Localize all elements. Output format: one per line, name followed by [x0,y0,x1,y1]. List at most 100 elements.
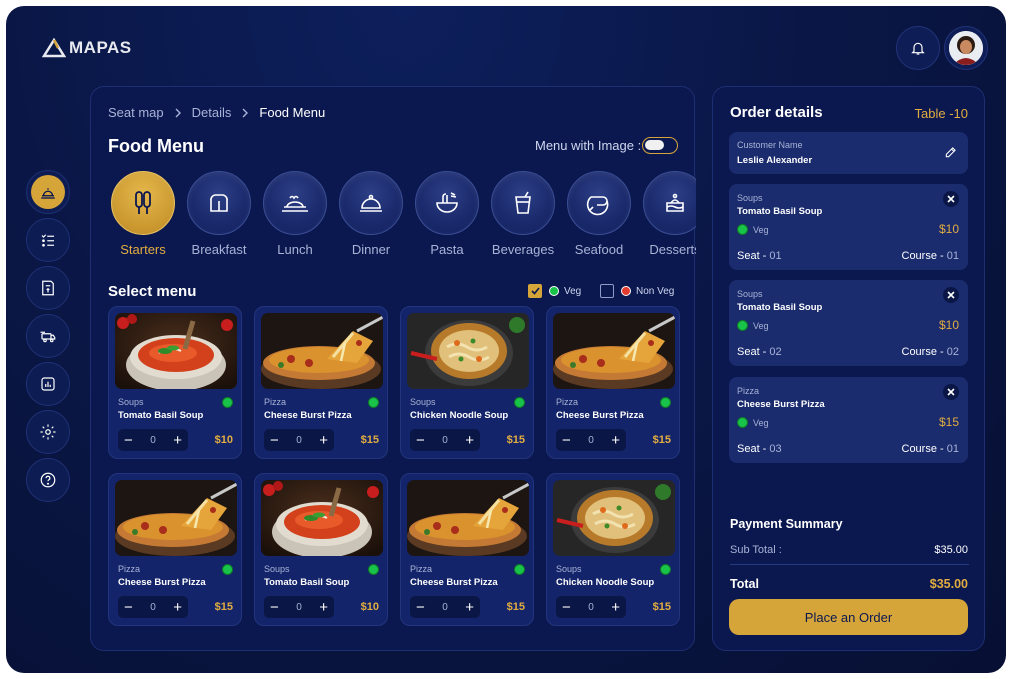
menu-card[interactable]: Soups Chicken Noodle Soup − 0 + $15 [400,306,534,459]
category-seafood[interactable]: Seafood [563,171,635,257]
cloche-icon [360,194,382,212]
category-dinner[interactable]: Dinner [335,171,407,257]
increment-button[interactable]: + [611,433,620,448]
quantity-stepper: − 0 + [264,596,334,618]
category-lunch[interactable]: Lunch [259,171,331,257]
menu-card[interactable]: Soups Tomato Basil Soup − 0 + $10 [108,306,242,459]
card-name: Cheese Burst Pizza [118,577,206,588]
nonveg-checkbox[interactable] [600,284,614,298]
order-item-name: Cheese Burst Pizza [737,399,825,410]
increment-button[interactable]: + [173,600,182,615]
card-category: Soups [264,564,290,574]
card-name: Tomato Basil Soup [118,410,204,421]
quantity-value: 0 [588,601,594,613]
breadcrumb-details[interactable]: Details [192,105,232,120]
order-details-panel: Order details Table -10 Customer Name Le… [712,86,985,651]
seat-info: Seat - 01 [737,250,782,262]
user-avatar[interactable] [944,26,988,70]
remove-item-button[interactable] [943,384,959,400]
increment-button[interactable]: + [465,600,474,615]
veg-dot-icon [549,286,559,296]
category-beverages[interactable]: Beverages [487,171,559,257]
decrement-button[interactable]: − [270,600,279,615]
menu-image-toggle[interactable] [642,137,678,154]
order-item-category: Soups [737,289,763,299]
decrement-button[interactable]: − [416,600,425,615]
veg-indicator-icon [368,397,379,408]
breadcrumb-seat-map[interactable]: Seat map [108,105,164,120]
avatar-image [949,31,983,65]
sidebar-item-orders[interactable] [26,218,70,262]
food-image [115,313,237,389]
decrement-button[interactable]: − [124,433,133,448]
veg-filter[interactable]: Veg [528,284,581,298]
breadcrumb: Seat map Details Food Menu [108,105,325,120]
decrement-button[interactable]: − [270,433,279,448]
nonveg-filter[interactable]: Non Veg [600,284,674,298]
increment-button[interactable]: + [611,600,620,615]
decrement-button[interactable]: − [124,600,133,615]
menu-card[interactable]: Soups Tomato Basil Soup − 0 + $10 [254,473,388,626]
sidebar-item-help[interactable] [26,458,70,502]
card-name: Chicken Noodle Soup [410,410,509,421]
order-item-category: Soups [737,193,763,203]
divider [730,564,969,565]
category-breakfast[interactable]: Breakfast [183,171,255,257]
quantity-stepper: − 0 + [556,429,626,451]
quantity-value: 0 [442,601,448,613]
report-icon [41,377,55,391]
customer-field[interactable]: Customer Name Leslie Alexander [729,132,968,174]
category-desserts[interactable]: Desserts [639,171,696,257]
decrement-button[interactable]: − [416,433,425,448]
checklist-icon [41,234,54,247]
decrement-button[interactable]: − [562,433,571,448]
diet-tag: Veg [737,320,769,331]
sidebar-item-settings[interactable] [26,410,70,454]
increment-button[interactable]: + [465,433,474,448]
card-price: $10 [214,434,233,446]
corn-dog-icon [135,191,151,214]
category-starters[interactable]: Starters [107,171,179,257]
edit-icon[interactable] [944,145,958,159]
decrement-button[interactable]: − [562,600,571,615]
app-logo[interactable]: MAPAS [42,38,132,58]
seat-info: Seat - 02 [737,346,782,358]
notification-button[interactable] [896,26,940,70]
increment-button[interactable]: + [319,433,328,448]
menu-card[interactable]: Pizza Cheese Burst Pizza − 0 + $15 [254,306,388,459]
quantity-value: 0 [150,601,156,613]
order-item-price: $10 [938,222,959,236]
food-image [553,313,675,389]
page-title: Food Menu [108,136,204,156]
order-item-name: Tomato Basil Soup [737,302,823,313]
cake-icon [666,193,684,212]
card-name: Chicken Noodle Soup [556,577,655,588]
chevron-right-icon [175,108,181,117]
increment-button[interactable]: + [173,433,182,448]
increment-button[interactable]: + [319,600,328,615]
diet-tag: Veg [737,224,769,235]
sidebar-item-bills[interactable] [26,266,70,310]
menu-card[interactable]: Pizza Cheese Burst Pizza − 0 + $15 [400,473,534,626]
veg-indicator-icon [222,397,233,408]
quantity-stepper: − 0 + [118,596,188,618]
card-name: Cheese Burst Pizza [264,410,352,421]
card-category: Pizza [556,397,579,407]
food-image [115,480,237,556]
remove-item-button[interactable] [943,287,959,303]
chevron-right-icon [242,108,249,117]
card-price: $15 [506,601,525,613]
category-pasta[interactable]: Pasta [411,171,483,257]
veg-checkbox[interactable] [528,284,542,298]
place-order-button[interactable]: Place an Order [729,599,968,635]
menu-card[interactable]: Pizza Cheese Burst Pizza − 0 + $15 [546,306,680,459]
order-item-price: $15 [938,415,959,429]
remove-item-button[interactable] [943,191,959,207]
sidebar-item-menu[interactable] [26,170,70,214]
sidebar-item-reports[interactable] [26,362,70,406]
close-icon [947,388,955,396]
sidebar-item-delivery[interactable] [26,314,70,358]
menu-card[interactable]: Soups Chicken Noodle Soup − 0 + $15 [546,473,680,626]
order-item-category: Pizza [737,386,760,396]
menu-card[interactable]: Pizza Cheese Burst Pizza − 0 + $15 [108,473,242,626]
